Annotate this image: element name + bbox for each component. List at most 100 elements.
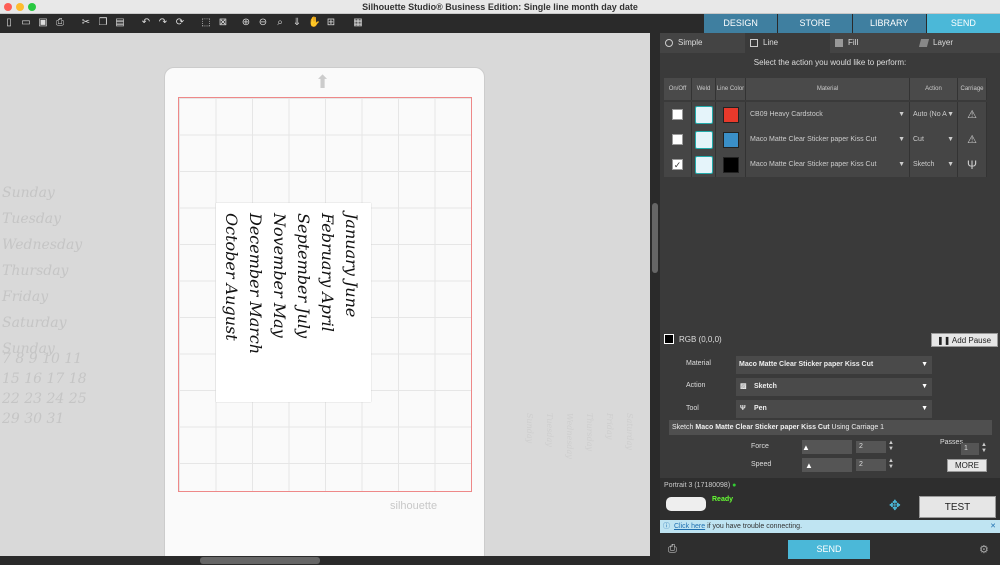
passes-stepper-icon[interactable]: ▲ ▼ <box>981 442 987 454</box>
add-pause-button[interactable]: ❚❚ Add Pause <box>931 333 998 347</box>
tab-label: Fill <box>848 38 859 47</box>
weld-icon[interactable] <box>694 105 713 124</box>
deselect-icon[interactable]: ⊠ <box>217 17 229 29</box>
close-window-icon[interactable] <box>4 3 12 11</box>
cut-icon[interactable]: ✂ <box>80 17 92 29</box>
tab-send[interactable]: SEND <box>925 14 1000 33</box>
pause-icon: ❚❚ <box>937 336 951 345</box>
action-select[interactable]: Auto (No A ▼ <box>910 102 958 127</box>
table-row[interactable]: ✓ Maco Matte Clear Sticker paper Kiss Cu… <box>664 152 987 177</box>
print-icon[interactable]: ⎙ <box>54 17 66 29</box>
action-dropdown[interactable]: ▨ Sketch ▼ <box>736 378 932 396</box>
line-color-swatch <box>722 131 739 148</box>
on-off-checkbox[interactable]: ✓ <box>672 159 683 170</box>
drag-view-icon[interactable]: ⇓ <box>291 17 303 29</box>
sketch-icon: ▨ <box>740 383 747 390</box>
move-arrows-icon[interactable]: ✥ <box>889 497 901 514</box>
material-dropdown[interactable]: Maco Matte Clear Sticker paper Kiss Cut ▼ <box>736 356 932 374</box>
ghost-text: Saturday <box>2 315 67 331</box>
material-label: Material <box>686 360 711 367</box>
slider-thumb-icon[interactable]: ▲ <box>802 443 810 452</box>
force-stepper-icon[interactable]: ▲ ▼ <box>888 440 894 452</box>
column-header: On/Off <box>664 78 692 100</box>
connection-notice: ⓘ Click here if you have trouble connecti… <box>660 520 1000 533</box>
tab-fill[interactable]: Fill <box>830 33 915 53</box>
force-input[interactable]: 2 <box>856 441 886 453</box>
paste-icon[interactable]: ▤ <box>114 17 126 29</box>
tab-design[interactable]: DESIGN <box>703 14 778 33</box>
tab-layer[interactable]: Layer <box>915 33 1000 53</box>
new-file-icon[interactable]: ▯ <box>3 17 15 29</box>
minimize-window-icon[interactable] <box>16 3 24 11</box>
pan-hand-icon[interactable]: ✋ <box>308 17 320 29</box>
month-text[interactable]: November May <box>270 213 289 338</box>
tab-simple[interactable]: Simple <box>660 33 745 53</box>
speed-slider[interactable]: ▲ <box>802 458 852 472</box>
send-button[interactable]: SEND <box>788 540 870 559</box>
table-row[interactable]: CB09 Heavy Cardstock ▼ Auto (No A ▼ ⚠ <box>664 102 987 127</box>
pen-icon: Ψ <box>740 405 746 412</box>
redo-icon[interactable]: ↷ <box>157 17 169 29</box>
on-off-checkbox[interactable] <box>672 109 683 120</box>
slider-thumb-icon[interactable]: ▲ <box>805 461 813 470</box>
weld-icon[interactable] <box>694 155 713 174</box>
ghost-text: Friday <box>2 289 49 305</box>
chevron-down-icon: ▼ <box>947 136 954 143</box>
send-queue-icon[interactable]: ⎙ <box>668 543 677 556</box>
feed-arrow-icon: ⬆ <box>315 72 331 92</box>
select-all-icon[interactable]: ⬚ <box>200 17 212 29</box>
ghost-number: 15 16 17 18 <box>2 371 87 387</box>
open-folder-icon[interactable]: ▭ <box>20 17 32 29</box>
speed-label: Speed <box>751 461 772 468</box>
test-button[interactable]: TEST <box>919 496 996 518</box>
tab-line[interactable]: Line <box>745 33 830 53</box>
save-icon[interactable]: ▣ <box>37 17 49 29</box>
horizontal-scrollbar[interactable] <box>0 556 650 565</box>
action-select[interactable]: Sketch ▼ <box>910 152 958 177</box>
zoom-out-icon[interactable]: ⊖ <box>257 17 269 29</box>
material-select[interactable]: Maco Matte Clear Sticker paper Kiss Cut ▼ <box>746 152 910 177</box>
tool-dropdown[interactable]: Ψ Pen ▼ <box>736 400 932 418</box>
design-page[interactable]: January June February April September Ju… <box>216 203 371 402</box>
help-link[interactable]: Click here <box>674 523 705 530</box>
zoom-select-icon[interactable]: ⌕ <box>274 17 286 29</box>
speed-stepper-icon[interactable]: ▲ ▼ <box>888 458 894 470</box>
pixscan-icon[interactable]: ▦ <box>352 17 364 29</box>
vertical-scrollbar[interactable] <box>650 33 660 565</box>
chevron-down-icon: ▼ <box>921 361 928 368</box>
zoom-window-icon[interactable] <box>28 3 36 11</box>
chevron-down-icon: ▼ <box>947 161 954 168</box>
scroll-thumb[interactable] <box>652 203 658 273</box>
fit-to-page-icon[interactable]: ⊞ <box>325 17 337 29</box>
device-name[interactable]: Portrait 3 (17180098) ● <box>664 482 736 489</box>
month-text[interactable]: September July <box>294 213 313 338</box>
redraw-icon[interactable]: ⟳ <box>174 17 186 29</box>
zoom-in-icon[interactable]: ⊕ <box>240 17 252 29</box>
weld-icon[interactable] <box>694 130 713 149</box>
speed-input[interactable]: 2 <box>856 459 886 471</box>
close-icon[interactable]: ✕ <box>990 520 996 533</box>
material-select[interactable]: Maco Matte Clear Sticker paper Kiss Cut ▼ <box>746 127 910 152</box>
undo-icon[interactable]: ↶ <box>140 17 152 29</box>
chevron-down-icon: ▼ <box>921 383 928 390</box>
tab-library[interactable]: LIBRARY <box>851 14 926 33</box>
column-header: Material <box>746 78 910 100</box>
ghost-text: Friday <box>605 413 614 440</box>
scroll-thumb[interactable] <box>200 557 320 564</box>
material-select[interactable]: CB09 Heavy Cardstock ▼ <box>746 102 910 127</box>
copy-icon[interactable]: ❐ <box>97 17 109 29</box>
force-slider[interactable]: ▲ <box>802 440 852 454</box>
gear-icon[interactable]: ⚙ <box>979 543 989 556</box>
month-text[interactable]: January June <box>342 213 361 317</box>
on-off-checkbox[interactable] <box>672 134 683 145</box>
month-text[interactable]: December March <box>246 213 265 354</box>
action-select[interactable]: Cut ▼ <box>910 127 958 152</box>
month-text[interactable]: February April <box>318 213 337 332</box>
ghost-text: Sunday <box>525 413 534 444</box>
passes-input[interactable]: 1 <box>961 443 979 455</box>
tab-store[interactable]: STORE <box>777 14 852 33</box>
more-button[interactable]: MORE <box>947 459 987 472</box>
month-text[interactable]: October August <box>222 213 241 341</box>
connected-check-icon: ● <box>732 482 737 489</box>
table-row[interactable]: Maco Matte Clear Sticker paper Kiss Cut ▼… <box>664 127 987 152</box>
